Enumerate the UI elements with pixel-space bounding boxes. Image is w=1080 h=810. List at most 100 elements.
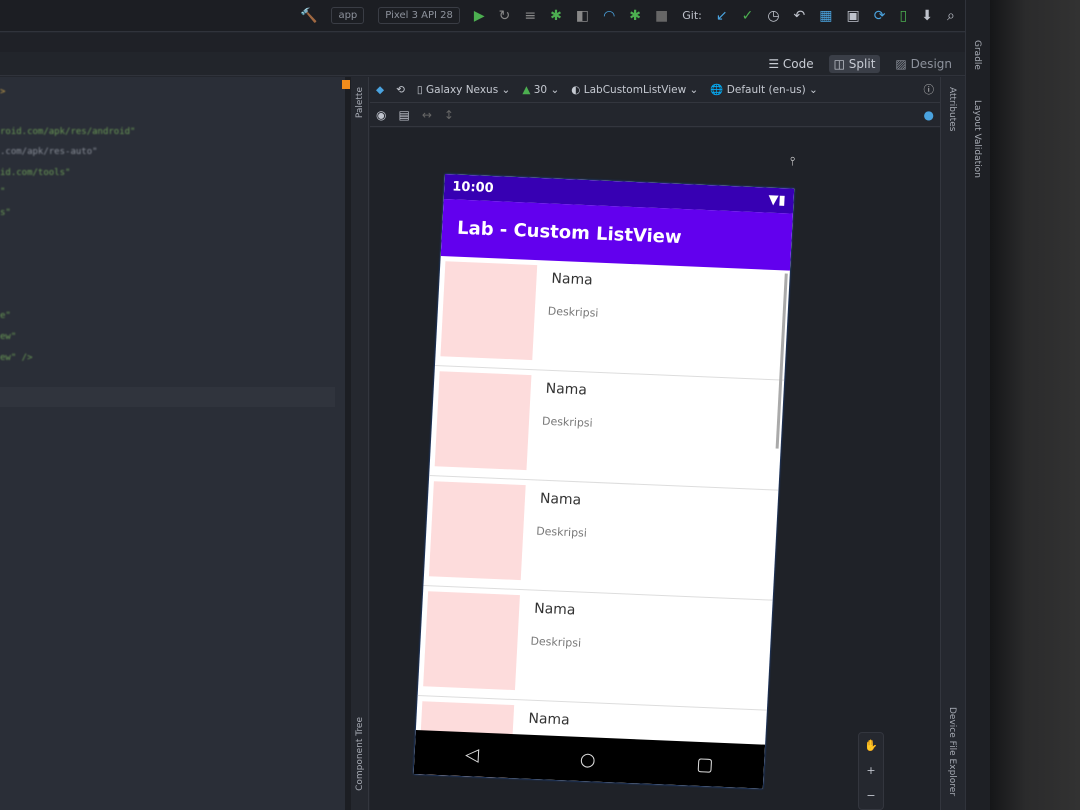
item-desc: Deskripsi bbox=[535, 524, 588, 540]
device-file-explorer-tab[interactable]: Device File Explorer bbox=[947, 707, 957, 796]
profile-icon[interactable]: ◠ bbox=[603, 8, 615, 24]
code-line: id.com/tools" bbox=[0, 168, 71, 178]
item-name: Nama bbox=[539, 490, 582, 509]
locale-select[interactable]: 🌐 Default (en-us) ⌄ bbox=[710, 83, 818, 96]
wifi-battery-icon: ▼▮ bbox=[768, 192, 786, 209]
item-desc: Deskripsi bbox=[547, 304, 599, 320]
phone-preview[interactable]: 10:00 ▼▮ Lab - Custom ListView Nama Deskr… bbox=[413, 174, 795, 789]
device-label: Galaxy Nexus bbox=[426, 83, 499, 96]
back-icon[interactable]: ◁ bbox=[465, 744, 480, 766]
run-config-dropdown[interactable]: app bbox=[331, 7, 365, 24]
code-line: " bbox=[0, 187, 6, 197]
stop-icon[interactable]: ■ bbox=[655, 8, 668, 24]
git-rollback-icon[interactable]: ↶ bbox=[794, 8, 806, 24]
outer-tool-strip: Gradle Layout Validation bbox=[965, 0, 990, 810]
design-mode-button[interactable]: ▨ Design bbox=[890, 55, 957, 73]
item-name: Nama bbox=[528, 710, 571, 729]
horizontal-resize-icon[interactable]: ↔ bbox=[422, 108, 432, 122]
orientation-icon[interactable]: ⟲ bbox=[396, 84, 405, 96]
layout-validation-tab[interactable]: Layout Validation bbox=[972, 100, 982, 178]
split-label: Split bbox=[848, 56, 876, 71]
component-tree-tab[interactable]: Component Tree bbox=[355, 717, 365, 791]
code-line: > bbox=[0, 87, 6, 97]
eye-icon[interactable]: ◉ bbox=[376, 108, 386, 122]
project-structure-icon[interactable]: ▦ bbox=[819, 8, 832, 24]
view-mode-bar: ☰ Code ◫ Split ▨ Design bbox=[0, 52, 965, 76]
blueprint-icon[interactable]: ▤ bbox=[398, 108, 409, 122]
code-line: s" bbox=[0, 208, 11, 218]
zoom-controls: ✋ + − bbox=[858, 732, 884, 810]
list-item[interactable]: Nama Deskripsi bbox=[417, 586, 773, 711]
git-history-icon[interactable]: ◷ bbox=[767, 8, 779, 24]
item-desc: Deskripsi bbox=[541, 414, 593, 430]
gradle-tab[interactable]: Gradle bbox=[972, 40, 982, 70]
split-mode-button[interactable]: ◫ Split bbox=[828, 54, 881, 73]
item-name: Nama bbox=[545, 380, 588, 399]
apply-code-icon[interactable]: ≡ bbox=[524, 8, 536, 24]
avd-manager-icon[interactable]: ▯ bbox=[899, 8, 907, 24]
code-label: Code bbox=[782, 56, 814, 71]
item-name: Nama bbox=[551, 270, 594, 289]
run-icon[interactable]: ▶ bbox=[474, 8, 485, 24]
list-item[interactable]: Nama Deskripsi bbox=[434, 256, 790, 381]
code-line: .com/apk/res-auto" bbox=[0, 147, 98, 157]
api-label: 30 bbox=[533, 83, 548, 96]
info-icon[interactable]: ⓘ bbox=[924, 82, 935, 97]
theme-select[interactable]: ◐ LabCustomListView ⌄ bbox=[571, 84, 698, 96]
pin-icon[interactable]: ⫯ bbox=[790, 154, 795, 169]
palette-strip: Palette Component Tree bbox=[351, 77, 369, 810]
build-hammer-icon[interactable]: 🔨 bbox=[300, 8, 317, 24]
zoom-out-icon[interactable]: − bbox=[866, 789, 875, 802]
item-image bbox=[428, 481, 526, 581]
sync-gradle-icon[interactable]: ⟳ bbox=[874, 8, 886, 24]
git-update-icon[interactable]: ↙ bbox=[716, 8, 728, 24]
code-line: e" bbox=[0, 311, 11, 321]
vertical-resize-icon[interactable]: ↕ bbox=[444, 108, 454, 122]
right-tool-strip: Attributes Device File Explorer bbox=[940, 77, 965, 810]
palette-tab[interactable]: Palette bbox=[355, 87, 365, 118]
monitor-bezel bbox=[990, 0, 1080, 810]
apply-changes-icon[interactable]: ↻ bbox=[499, 8, 511, 24]
list-item[interactable]: Nama Deskripsi bbox=[423, 476, 779, 601]
item-image bbox=[434, 371, 532, 471]
search-icon[interactable]: ⌕ bbox=[947, 8, 955, 24]
code-mode-button[interactable]: ☰ Code bbox=[763, 55, 818, 73]
zoom-in-icon[interactable]: + bbox=[866, 764, 875, 777]
item-desc: Deskripsi bbox=[530, 634, 582, 650]
attributes-tab[interactable]: Attributes bbox=[947, 87, 957, 131]
item-image bbox=[440, 261, 538, 361]
device-select[interactable]: ▯ Galaxy Nexus ⌄ bbox=[417, 84, 510, 96]
main-toolbar: 🔨 app Pixel 3 API 28 ▶ ↻ ≡ ✱ ◧ ◠ ✱ ■ Git… bbox=[0, 0, 990, 32]
code-line: ew" bbox=[0, 332, 17, 342]
git-label: Git: bbox=[682, 9, 702, 22]
home-icon[interactable]: ○ bbox=[579, 748, 596, 770]
list-item[interactable]: Nama Deskripsi bbox=[429, 366, 785, 491]
locale-label: Default (en-us) bbox=[726, 84, 806, 96]
design-toolbar: ◆ ⟲ ▯ Galaxy Nexus ⌄ ▲ 30 ⌄ ◐ LabCustomL… bbox=[370, 77, 940, 103]
attach-debugger-icon[interactable]: ◧ bbox=[576, 8, 589, 24]
tab-bar bbox=[0, 33, 990, 53]
app-title: Lab - Custom ListView bbox=[456, 217, 683, 249]
api-select[interactable]: ▲ 30 ⌄ bbox=[522, 84, 559, 96]
layers-icon[interactable]: ◆ bbox=[376, 84, 384, 96]
git-commit-icon[interactable]: ✓ bbox=[742, 8, 754, 24]
sdk-manager-icon[interactable]: ⬇ bbox=[921, 8, 933, 24]
code-line: roid.com/apk/res/android" bbox=[0, 127, 136, 137]
debug-icon[interactable]: ✱ bbox=[550, 8, 562, 24]
current-line-highlight bbox=[0, 387, 335, 407]
pan-hand-icon[interactable]: ✋ bbox=[864, 739, 878, 752]
recents-icon[interactable]: ▢ bbox=[696, 753, 714, 775]
attach-process-icon[interactable]: ✱ bbox=[629, 8, 641, 24]
item-name: Nama bbox=[533, 600, 576, 619]
status-time: 10:00 bbox=[451, 179, 495, 197]
list-view[interactable]: Nama Deskripsi Nama Deskripsi Nama Deskrips… bbox=[413, 256, 790, 789]
design-toolbar-secondary: ◉ ▤ ↔ ↕ ● bbox=[370, 103, 940, 127]
help-icon[interactable]: ● bbox=[924, 108, 934, 122]
item-image bbox=[423, 591, 520, 691]
code-editor[interactable]: > roid.com/apk/res/android" .com/apk/res… bbox=[0, 77, 345, 810]
theme-label: LabCustomListView bbox=[583, 83, 687, 96]
code-line: ew" /> bbox=[0, 353, 33, 363]
terminal-icon[interactable]: ▣ bbox=[847, 8, 860, 24]
warning-marker-icon[interactable] bbox=[342, 80, 350, 89]
device-dropdown[interactable]: Pixel 3 API 28 bbox=[378, 7, 460, 24]
